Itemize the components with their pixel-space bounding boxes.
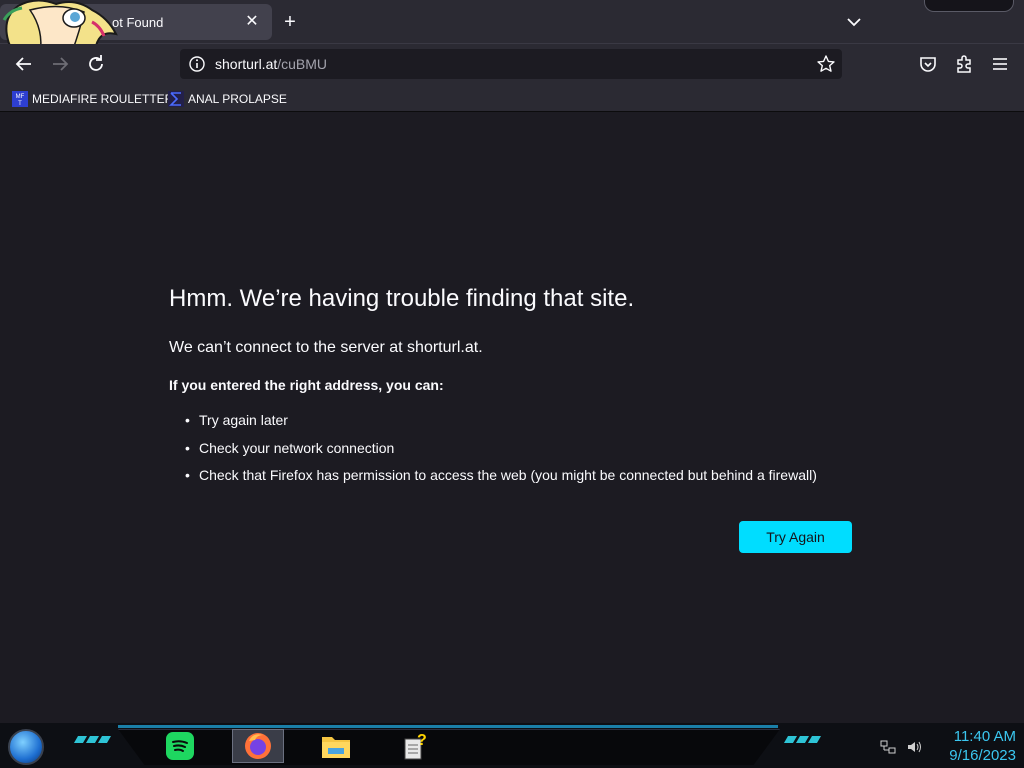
site-info-icon[interactable] (188, 55, 206, 73)
reload-icon[interactable] (84, 52, 108, 76)
svg-text:?: ? (417, 732, 427, 749)
bookmark-star-icon[interactable] (816, 54, 836, 74)
tab-title: ot Found (112, 15, 164, 30)
back-arrow-icon[interactable] (12, 52, 36, 76)
app-menu-icon[interactable] (988, 52, 1012, 76)
spotify-icon[interactable] (154, 729, 206, 763)
network-icon[interactable] (880, 739, 896, 760)
window-frame-decoration (924, 0, 1014, 12)
forward-arrow-icon[interactable] (48, 52, 72, 76)
list-item: Try again later (185, 411, 817, 439)
list-item: Check that Firefox has permission to acc… (185, 466, 817, 494)
extensions-icon[interactable] (952, 52, 976, 76)
taskbar-accent-line (118, 725, 778, 728)
tab-bar: ot Found ✕ + (0, 0, 1024, 59)
error-page: Hmm. We’re having trouble finding that s… (0, 113, 1024, 723)
pocket-icon[interactable] (916, 52, 940, 76)
bookmark-mediafire-rouletter[interactable]: MF T MEDIAFIRE ROULETTER (12, 90, 173, 108)
taskbar-clock[interactable]: 11:40 AM 9/16/2023 (930, 727, 1016, 765)
suggestion-list: Try again later Check your network conne… (185, 411, 817, 494)
svg-text:MF: MF (16, 94, 25, 100)
bookmark-label: MEDIAFIRE ROULETTER (32, 92, 174, 106)
clock-time: 11:40 AM (953, 728, 1016, 745)
bookmark-label: ANAL PROLAPSE (188, 92, 287, 106)
url-text[interactable]: shorturl.at/cuBMU (215, 56, 327, 72)
taskbar-band (118, 729, 780, 765)
start-button[interactable] (8, 729, 44, 765)
error-subtitle: We can’t connect to the server at shortu… (169, 339, 483, 356)
taskbar-decoration-right (783, 736, 822, 746)
bookmarks-toolbar: MF T MEDIAFIRE ROULETTER ANAL PROLAPSE (0, 84, 1024, 112)
mediafire-favicon-icon: MF T (12, 91, 28, 107)
bookmark-anal-prolapse[interactable]: ANAL PROLAPSE (168, 90, 287, 108)
url-host: shorturl.at (215, 56, 278, 72)
system-tray (880, 739, 922, 760)
taskbar: ? 11:40 AM 9/16/2023 (0, 723, 1024, 768)
clock-date: 9/16/2023 (949, 747, 1016, 764)
try-again-button[interactable]: Try Again (739, 521, 852, 553)
error-title: Hmm. We’re having trouble finding that s… (169, 285, 635, 312)
url-path: /cuBMU (277, 56, 328, 72)
error-hint: If you entered the right address, you ca… (169, 377, 444, 393)
taskbar-decoration-left (73, 736, 112, 746)
tab-close-icon[interactable]: ✕ (242, 12, 262, 32)
new-tab-button[interactable]: + (279, 12, 301, 34)
help-notepad-icon[interactable]: ? (388, 729, 440, 763)
list-item: Check your network connection (185, 439, 817, 467)
sigma-favicon-icon (168, 91, 184, 107)
list-all-tabs-icon[interactable] (844, 12, 864, 32)
volume-icon[interactable] (906, 739, 922, 760)
file-explorer-icon[interactable] (310, 729, 362, 763)
firefox-icon[interactable] (232, 729, 284, 763)
navigation-toolbar: shorturl.at/cuBMU (0, 44, 1024, 84)
svg-text:T: T (18, 101, 22, 107)
address-bar[interactable]: shorturl.at/cuBMU (180, 49, 842, 79)
